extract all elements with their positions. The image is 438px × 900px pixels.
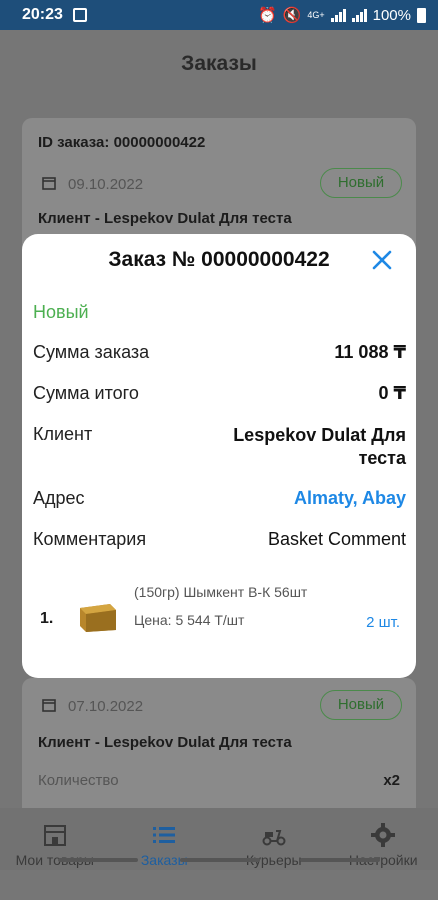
order-client: Клиент - Lespekov Dulat Для теста (38, 734, 292, 751)
order-sum-value: 11 088 ₸ (334, 342, 406, 362)
store-icon (43, 825, 66, 846)
battery-percent: 100% (372, 6, 411, 24)
battery-icon (417, 7, 426, 23)
status-badge: Новый (320, 168, 402, 198)
page-title: Заказы (181, 52, 257, 75)
client-label: Клиент (33, 424, 93, 444)
total-sum-label: Сумма итого (33, 383, 139, 403)
dialog-title: Заказ № 00000000422 (108, 248, 330, 271)
list-icon (153, 827, 176, 843)
calendar-icon (42, 176, 58, 194)
alarm-icon: ⏰ (257, 7, 277, 24)
comment-label: Комментария (33, 529, 147, 549)
total-sum-value: 0 ₸ (378, 383, 406, 403)
status-bar: 20:23 ⏰ 🔇 4G+ 100% (0, 0, 438, 30)
order-sum-row: Сумма заказа 11 088 ₸ (33, 342, 406, 366)
gesture-bar (180, 858, 260, 862)
address-row: Адрес Almaty, Abay (33, 488, 406, 512)
signal-icon (330, 8, 346, 22)
order-card[interactable]: 07.10.2022 Новый Клиент - Lespekov Dulat… (22, 678, 416, 828)
item-index: 1. (40, 610, 54, 627)
mute-icon: 🔇 (282, 7, 302, 24)
address-label: Адрес (33, 488, 85, 508)
total-sum-row: Сумма итого 0 ₸ (33, 383, 406, 407)
quantity-value: x2 (383, 772, 400, 789)
gesture-bar (300, 858, 380, 862)
client-row: Клиент Lespekov Dulat Для теста (33, 424, 406, 474)
calendar-icon (42, 698, 58, 716)
comment-row: Комментария Basket Comment (33, 529, 406, 553)
order-client: Клиент - Lespekov Dulat Для теста (38, 210, 292, 227)
item-name: (150гр) Шымкент В-К 56шт (134, 584, 308, 600)
order-sum-label: Сумма заказа (33, 342, 150, 362)
comment-value: Basket Comment (267, 529, 406, 549)
gear-icon (371, 823, 396, 847)
product-image (80, 604, 116, 632)
scooter-icon (262, 830, 286, 846)
address-link[interactable]: Almaty, Abay (294, 488, 406, 509)
network-type: 4G+ (307, 10, 325, 20)
signal-2-icon (351, 8, 367, 22)
order-item: 1. (150гр) Шымкент В-К 56шт Цена: 5 544 … (40, 582, 400, 642)
item-qty: 2 шт. (366, 614, 400, 631)
status-time: 20:23 (22, 6, 63, 23)
order-id: ID заказа: 00000000422 (38, 134, 206, 151)
close-icon[interactable] (368, 246, 396, 274)
order-status: Новый (33, 302, 89, 322)
gallery-notification-icon (72, 8, 87, 22)
status-badge: Новый (320, 690, 402, 720)
gesture-bar (58, 858, 138, 862)
item-price: Цена: 5 544 Т/шт (134, 612, 245, 628)
order-details-dialog: Заказ № 00000000422 Новый Сумма заказа 1… (22, 234, 416, 678)
client-value: Lespekov Dulat Для теста (233, 425, 406, 468)
